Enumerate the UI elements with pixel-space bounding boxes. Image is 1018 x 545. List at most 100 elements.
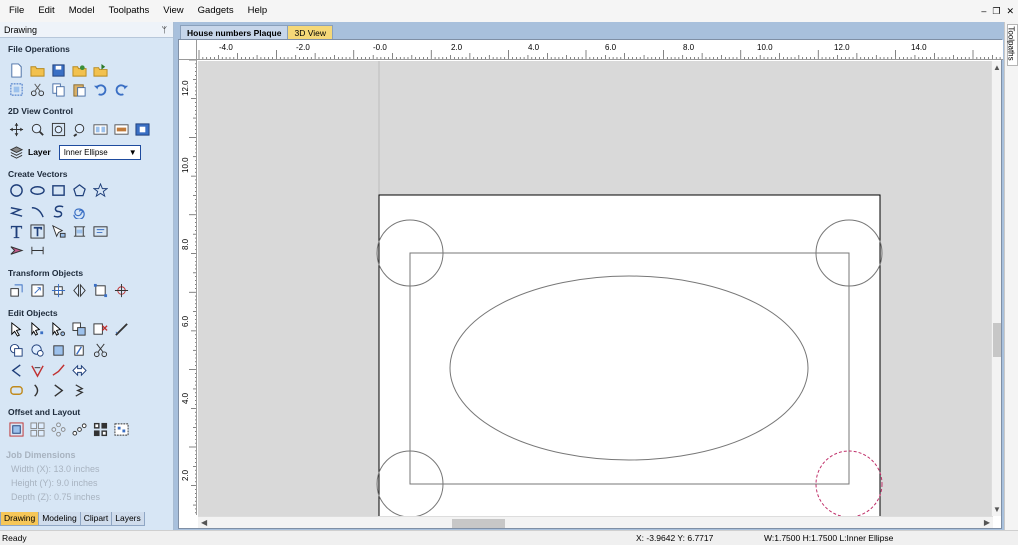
close-button[interactable]: ✕ — [1006, 6, 1014, 17]
view-toggle-icon[interactable] — [113, 121, 129, 137]
restore-button[interactable]: ❐ — [992, 6, 1000, 17]
ruler-h-label: -0.0 — [373, 43, 387, 52]
open-project-icon[interactable] — [71, 62, 87, 78]
dimension-line-icon[interactable] — [29, 242, 45, 258]
circle-icon[interactable] — [8, 182, 24, 198]
smooth-icon[interactable] — [8, 382, 24, 398]
node-edit-icon[interactable] — [29, 321, 45, 337]
view-split-icon[interactable] — [92, 121, 108, 137]
menu-edit[interactable]: Edit — [31, 0, 61, 22]
horizontal-scrollbar[interactable]: ◀ ▶ — [198, 516, 993, 528]
text-icon[interactable] — [8, 223, 24, 239]
fillet-icon[interactable] — [29, 362, 45, 378]
menu-file[interactable]: File — [2, 0, 31, 22]
polygon-icon[interactable] — [71, 182, 87, 198]
tiling-icon[interactable] — [113, 421, 129, 437]
menu-help[interactable]: Help — [241, 0, 275, 22]
rotate-icon[interactable] — [50, 282, 66, 298]
zoom-out-icon[interactable] — [71, 121, 87, 137]
vertical-ruler[interactable]: 12.0 10.0 8.0 6.0 4.0 2.0 — [179, 60, 197, 515]
tab-layers[interactable]: Layers — [111, 512, 145, 526]
offset-icon[interactable] — [8, 421, 24, 437]
node-select-icon[interactable] — [50, 223, 66, 239]
mirror-icon[interactable] — [71, 282, 87, 298]
section-edit-objects: Edit Objects — [8, 308, 58, 318]
tab-toolpaths[interactable]: Toolpaths — [1007, 24, 1018, 66]
minimize-button[interactable]: – — [981, 6, 986, 16]
view-3d-icon[interactable] — [134, 121, 150, 137]
interactive-select-icon[interactable] — [50, 321, 66, 337]
text-box-icon[interactable] — [92, 223, 108, 239]
move-icon[interactable] — [8, 282, 24, 298]
pin-icon[interactable]: ᛘ — [162, 25, 167, 35]
vertical-scrollbar[interactable]: ▲ ▼ — [991, 61, 1001, 516]
copy-along-vector-icon[interactable] — [71, 421, 87, 437]
rectangle-icon[interactable] — [50, 182, 66, 198]
extend-icon[interactable] — [8, 362, 24, 378]
ellipse-icon[interactable] — [29, 182, 45, 198]
set-origin-icon[interactable] — [113, 282, 129, 298]
menu-toolpaths[interactable]: Toolpaths — [102, 0, 157, 22]
redo-icon[interactable] — [113, 81, 129, 97]
scroll-up-arrow[interactable]: ▲ — [993, 63, 1001, 72]
menu-gadgets[interactable]: Gadgets — [191, 0, 241, 22]
bracket-right-icon[interactable] — [29, 382, 45, 398]
new-file-icon[interactable] — [8, 62, 24, 78]
scissors-icon[interactable] — [92, 342, 108, 358]
create-vectors-row-2 — [8, 203, 87, 219]
job-material-sheet[interactable] — [378, 194, 881, 516]
nesting-icon[interactable] — [92, 421, 108, 437]
curve-icon[interactable] — [50, 203, 66, 219]
star-icon[interactable] — [92, 182, 108, 198]
close-vector-icon[interactable] — [71, 382, 87, 398]
tab-drawing[interactable]: Drawing — [0, 512, 40, 526]
open-folder-icon[interactable] — [29, 62, 45, 78]
tab-clipart[interactable]: Clipart — [79, 512, 113, 526]
scroll-right-arrow[interactable]: ▶ — [984, 518, 990, 527]
tab-house-numbers-plaque[interactable]: House numbers Plaque — [180, 25, 289, 39]
subtract-icon[interactable] — [29, 342, 45, 358]
dimension-icon[interactable] — [71, 223, 87, 239]
join-icon[interactable] — [50, 362, 66, 378]
pan-icon[interactable] — [8, 121, 24, 137]
intersect-icon[interactable] — [50, 342, 66, 358]
tab-3d-view[interactable]: 3D View — [287, 25, 333, 39]
arc-icon[interactable] — [29, 203, 45, 219]
ruler-v-label: 6.0 — [181, 315, 190, 327]
menu-view[interactable]: View — [156, 0, 190, 22]
undo-icon[interactable] — [92, 81, 108, 97]
vertical-scroll-thumb[interactable] — [993, 323, 1001, 357]
polyline-icon[interactable] — [8, 203, 24, 219]
drawing-canvas[interactable] — [198, 61, 993, 516]
paste-icon[interactable] — [71, 81, 87, 97]
measure-icon[interactable] — [113, 321, 129, 337]
draw-arrow-icon[interactable] — [8, 242, 24, 258]
trim-icon[interactable] — [71, 342, 87, 358]
job-setup-icon[interactable] — [8, 81, 24, 97]
text-on-curve-icon[interactable] — [29, 223, 45, 239]
group-icon[interactable] — [71, 321, 87, 337]
chevron-right-icon[interactable] — [50, 382, 66, 398]
save-icon[interactable] — [50, 62, 66, 78]
delete-icon[interactable] — [92, 321, 108, 337]
scale-icon[interactable] — [29, 282, 45, 298]
scroll-left-arrow[interactable]: ◀ — [201, 518, 207, 527]
circular-copy-icon[interactable] — [50, 421, 66, 437]
horizontal-scroll-thumb[interactable] — [452, 519, 505, 528]
import-folder-icon[interactable] — [92, 62, 108, 78]
array-copy-icon[interactable] — [29, 421, 45, 437]
offset-arrow-icon[interactable] — [71, 362, 87, 378]
tab-modeling[interactable]: Modeling — [38, 512, 81, 526]
cut-icon[interactable] — [29, 81, 45, 97]
weld-icon[interactable] — [8, 342, 24, 358]
select-arrow-icon[interactable] — [8, 321, 24, 337]
layer-dropdown[interactable]: Inner Ellipse ▼ — [58, 144, 141, 160]
scroll-down-arrow[interactable]: ▼ — [993, 505, 1001, 514]
zoom-icon[interactable] — [29, 121, 45, 137]
align-icon[interactable] — [92, 282, 108, 298]
zoom-extents-icon[interactable] — [50, 121, 66, 137]
copy-icon[interactable] — [50, 81, 66, 97]
spiral-icon[interactable] — [71, 203, 87, 219]
horizontal-ruler[interactable]: -4.0 -2.0 -0.0 2.0 4.0 6.0 8.0 10.0 12.0… — [197, 40, 1003, 60]
menu-model[interactable]: Model — [62, 0, 102, 22]
